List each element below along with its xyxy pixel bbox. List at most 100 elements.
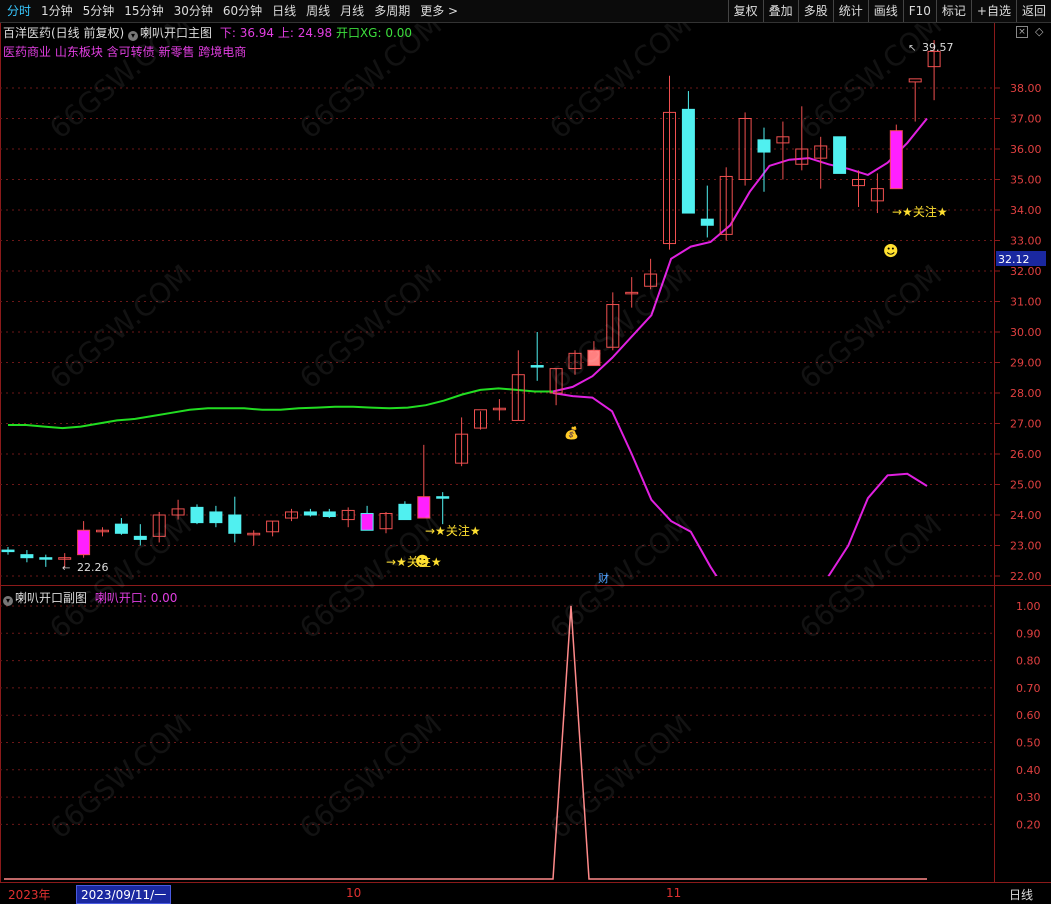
watermark: 66GSW.COM [543, 8, 698, 145]
y-tick-label: 23.00 [1010, 540, 1042, 553]
sub-y-tick-label: 0.30 [1016, 791, 1041, 804]
tab-5min[interactable]: 5分钟 [78, 0, 120, 22]
watermark: 66GSW.COM [43, 258, 198, 395]
expand-icon[interactable]: ◇ [1035, 25, 1043, 38]
candle-body [398, 503, 412, 521]
attention-marker: →★关注★ [892, 204, 948, 219]
y-tick-label: 26.00 [1010, 448, 1042, 461]
y-tick-label: 35.00 [1010, 174, 1042, 187]
y-tick-label: 25.00 [1010, 479, 1042, 492]
add-watchlist-button[interactable]: +自选 [970, 0, 1016, 22]
candle-body [530, 365, 544, 368]
tab-daily[interactable]: 日线 [267, 0, 301, 22]
y-tick-label: 24.00 [1010, 509, 1042, 522]
watermark: 66GSW.COM [793, 258, 948, 395]
stock-title: 百洋医药(日线 前复权) [3, 26, 125, 40]
candle-body [1, 549, 15, 553]
candle-body [681, 108, 695, 214]
tab-15min[interactable]: 15分钟 [119, 0, 168, 22]
sub-y-tick-label: 0.60 [1016, 709, 1041, 722]
sub-indicator-value: 喇叭开口: 0.00 [94, 591, 178, 605]
tab-30min[interactable]: 30分钟 [169, 0, 218, 22]
tab-60min[interactable]: 60分钟 [218, 0, 267, 22]
sub-y-tick-label: 1.00 [1016, 600, 1041, 613]
xg-value: 开口XG: 0.00 [335, 26, 413, 40]
y-tick-label: 34.00 [1010, 204, 1042, 217]
tab-monthly[interactable]: 月线 [335, 0, 369, 22]
f10-button[interactable]: F10 [902, 0, 936, 22]
y-tick-label: 32.00 [1010, 265, 1042, 278]
sub-y-tick-label: 0.20 [1016, 818, 1041, 831]
watermark: 66GSW.COM [543, 708, 698, 845]
candle-body [833, 136, 847, 174]
smiley-icon: ☻ [883, 242, 899, 260]
toolbar: 分时 1分钟 5分钟 15分钟 30分钟 60分钟 日线 周线 月线 多周期 更… [0, 0, 1051, 23]
indicator-dropdown-icon[interactable]: ▾ [128, 31, 139, 41]
candle-body [908, 78, 922, 83]
time-axis-bar: 2023年 2023/09/11/一 10 11 日线 [0, 882, 1051, 904]
y-tick-label: 28.00 [1010, 387, 1042, 400]
candle-body [77, 529, 91, 556]
y-tick-label: 31.00 [1010, 296, 1042, 309]
watermark: 66GSW.COM [793, 508, 948, 645]
candle-body [228, 514, 242, 534]
sub-y-tick-label: 0.50 [1016, 737, 1041, 750]
draw-line-button[interactable]: 画线 [867, 0, 903, 22]
candle-body [209, 511, 223, 524]
sub-y-tick-label: 0.90 [1016, 627, 1041, 640]
money-bag-icon: 💰 [564, 426, 579, 440]
tab-1min[interactable]: 1分钟 [36, 0, 78, 22]
candle-body [20, 554, 34, 559]
sub-y-tick-label: 0.70 [1016, 682, 1041, 695]
period-tabs: 分时 1分钟 5分钟 15分钟 30分钟 60分钟 日线 周线 月线 多周期 更… [2, 0, 463, 22]
y-tick-label: 27.00 [1010, 418, 1042, 431]
y-tick-label: 30.00 [1010, 326, 1042, 339]
close-pane-icon[interactable]: × [1016, 26, 1028, 38]
concept-tags[interactable]: 医药商业 山东板块 含可转债 新零售 跨境电商 [3, 43, 246, 60]
candle-body [889, 130, 903, 190]
tab-more[interactable]: 更多 > [415, 0, 463, 22]
candle-body [114, 523, 128, 534]
right-buttons: 复权 叠加 多股 统计 画线 F10 标记 +自选 返回 [727, 0, 1051, 22]
candle-body [39, 557, 53, 560]
multi-stock-button[interactable]: 多股 [797, 0, 833, 22]
main-indicator-name[interactable]: 喇叭开口主图 [140, 26, 212, 40]
candle-body [360, 512, 374, 531]
y-tick-label: 37.00 [1010, 113, 1042, 126]
candle-body [190, 506, 204, 524]
sub-indicator-name[interactable]: 喇叭开口副图 [15, 591, 87, 605]
y-tick-label: 33.00 [1010, 235, 1042, 248]
lower-value: 下: 36.94 [219, 26, 275, 40]
min-price-arrow: ← [62, 563, 70, 574]
mark-button[interactable]: 标记 [935, 0, 971, 22]
month-label-10: 10 [346, 886, 362, 900]
y-tick-label: 29.00 [1010, 357, 1042, 370]
tab-fenshi[interactable]: 分时 [2, 0, 36, 22]
period-label[interactable]: 日线 [1009, 886, 1033, 903]
chart-canvas: 22.00 23.00 24.00 25.00 26.00 27.00 28.00 29.00… [0, 8, 1051, 883]
sub-y-tick-label: 0.80 [1016, 655, 1041, 668]
cursor-date-label: 2023/09/11/一 [76, 885, 172, 904]
main-indicator-info: 百洋医药(日线 前复权) ▾ 喇叭开口主图 下: 36.94 上: 24.98 开… [3, 24, 412, 41]
sub-dropdown-icon[interactable]: ▾ [3, 596, 13, 606]
candle-body [700, 218, 714, 226]
candle-body [303, 511, 317, 516]
watermark: 66GSW.COM [543, 508, 698, 645]
candle-body [436, 496, 450, 499]
restore-rights-button[interactable]: 复权 [727, 0, 763, 22]
statistics-button[interactable]: 统计 [832, 0, 868, 22]
sub-y-tick-label: 0.40 [1016, 764, 1041, 777]
tab-weekly[interactable]: 周线 [301, 0, 335, 22]
watermark: 66GSW.COM [293, 258, 448, 395]
candle-body [757, 139, 771, 153]
watermark: 66GSW.COM [793, 8, 948, 145]
back-button[interactable]: 返回 [1015, 0, 1051, 22]
tab-multi-period[interactable]: 多周期 [369, 0, 415, 22]
month-label-11: 11 [666, 886, 682, 900]
price-badge-text: 32.12 [998, 253, 1030, 266]
overlay-button[interactable]: 叠加 [762, 0, 798, 22]
y-tick-label: 38.00 [1010, 82, 1042, 95]
y-tick-label: 36.00 [1010, 143, 1042, 156]
year-label: 2023年 [8, 888, 51, 902]
green-mid-line [8, 387, 553, 430]
